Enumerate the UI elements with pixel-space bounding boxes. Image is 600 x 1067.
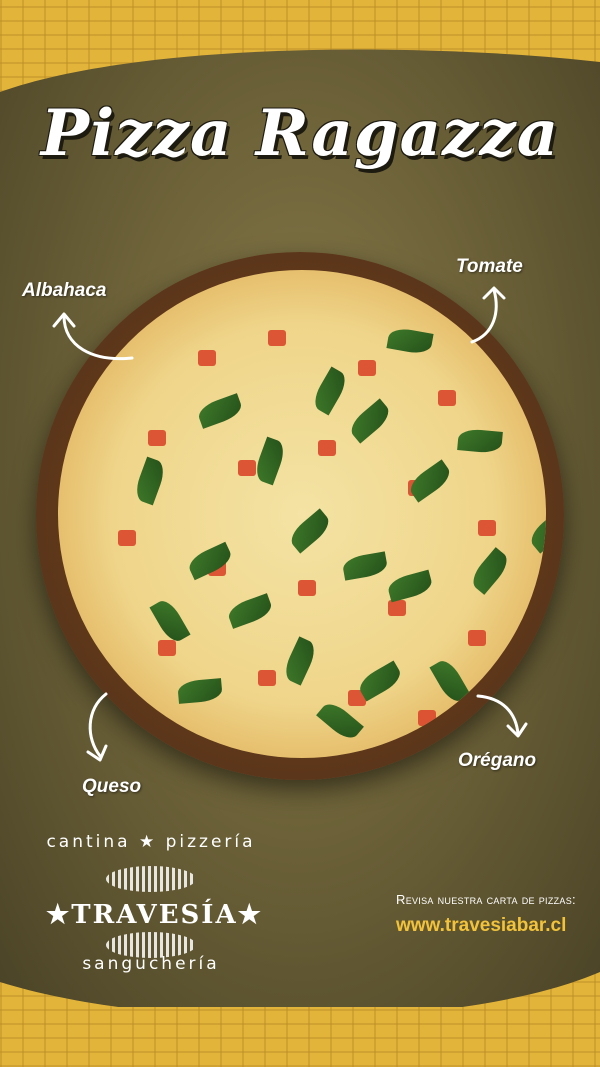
basil-leaf (225, 593, 275, 629)
basil-leaf (386, 326, 434, 356)
website-link[interactable]: www.travesiabar.cl (396, 915, 586, 937)
tomato-topping (238, 460, 256, 476)
tomato-topping (468, 630, 486, 646)
basil-leaf (467, 547, 513, 595)
basil-leaf (405, 459, 455, 503)
arrow-icon (86, 692, 108, 762)
logo-tagline-top: cantina ★ pizzería (46, 832, 256, 852)
basil-leaf (177, 678, 223, 704)
tomato-topping (118, 530, 136, 546)
call-to-action: Revisa nuestra carta de pizzas: www.trav… (396, 892, 586, 937)
tomato-topping (478, 520, 496, 536)
cta-text: Revisa nuestra carta de pizzas: (396, 892, 576, 907)
basil-leaf (341, 551, 389, 581)
tomato-topping (258, 670, 276, 686)
basil-leaf (132, 456, 168, 506)
basil-leaf (457, 428, 503, 454)
travesia-logo: cantina ★ pizzería ★TRAVESÍA★ sangucherí… (46, 826, 263, 1006)
arrow-icon (470, 286, 506, 344)
basil-leaf (346, 398, 394, 444)
label-oregano: Orégano (458, 750, 537, 771)
basil-leaf (355, 660, 405, 702)
basil-leaf (526, 508, 546, 554)
basil-leaf (149, 596, 191, 646)
tomato-topping (198, 350, 216, 366)
tomato-topping (158, 640, 176, 656)
label-queso: Queso (82, 776, 142, 797)
tomato-topping (298, 580, 316, 596)
basil-leaf (252, 436, 288, 486)
tomato-topping (438, 390, 456, 406)
basil-leaf (195, 393, 245, 429)
label-albahaca: Albahaca (22, 280, 107, 301)
basil-leaf (280, 636, 320, 686)
tomato-topping (418, 710, 436, 726)
basil-leaf (286, 508, 334, 554)
logo-tagline-bottom: sanguchería (82, 954, 220, 974)
arrow-icon (52, 312, 134, 361)
label-tomate: Tomate (456, 256, 523, 277)
page-title: Pizza Ragazza (40, 96, 560, 171)
tomato-topping (358, 360, 376, 376)
tomato-topping (268, 330, 286, 346)
tomato-topping (148, 430, 166, 446)
logo-brand-name: ★TRAVESÍA★ (46, 900, 263, 930)
arrow-icon (476, 694, 528, 738)
tomato-topping (318, 440, 336, 456)
basil-leaf (385, 569, 435, 603)
basil-leaf (309, 366, 351, 416)
city-illustration (106, 866, 196, 892)
